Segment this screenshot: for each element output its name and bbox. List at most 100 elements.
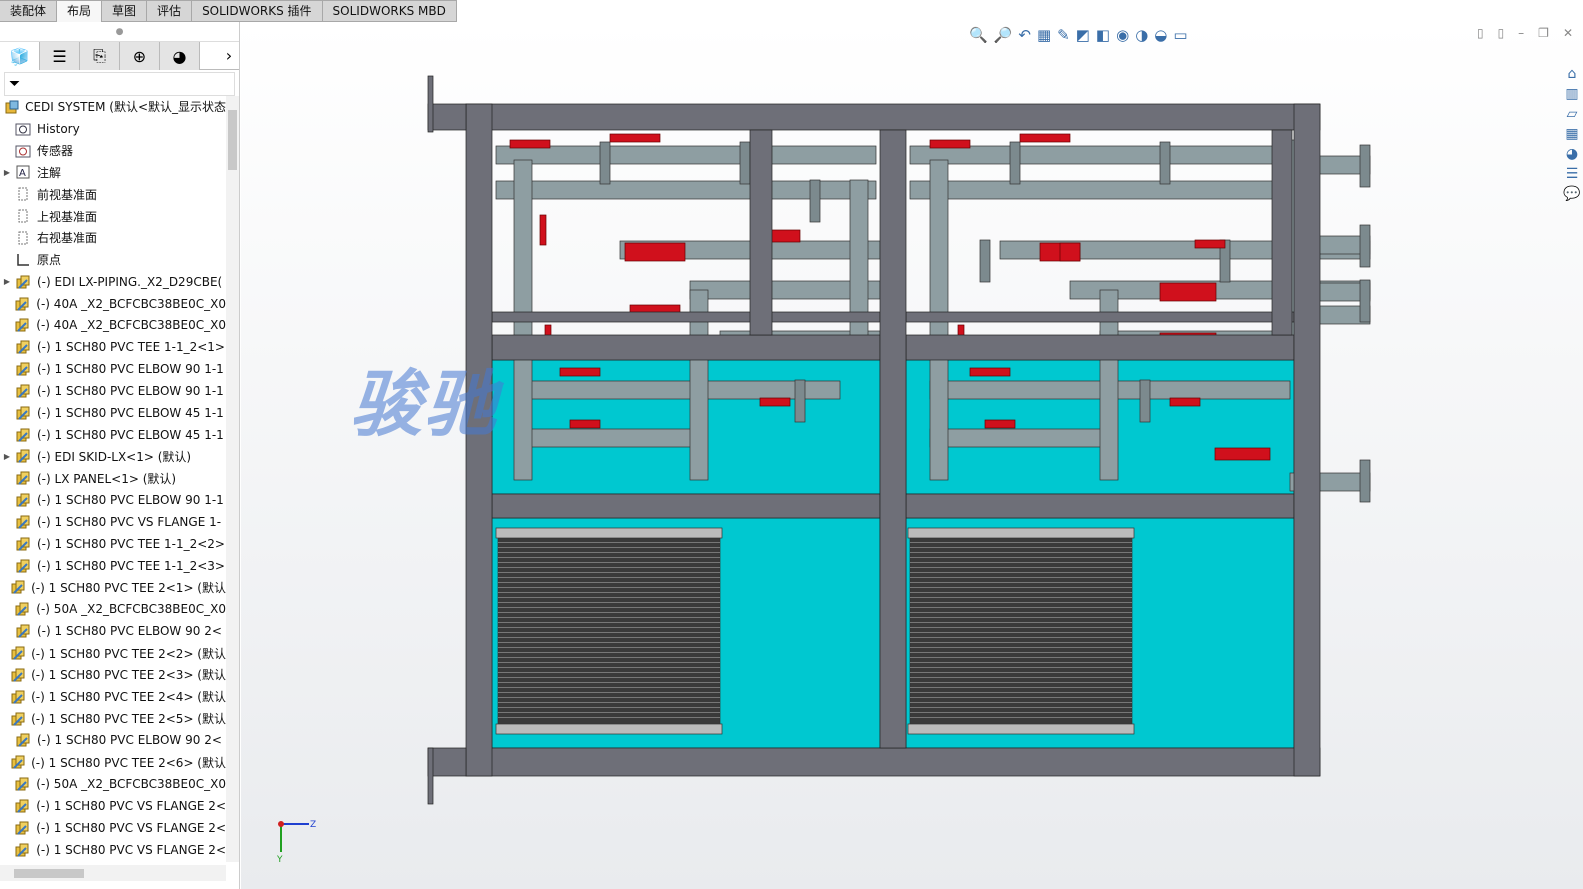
tree-horizontal-scrollbar[interactable] (0, 865, 226, 881)
pipe (495, 145, 877, 165)
tree-item[interactable]: (-) 1 SCH80 PVC TEE 1-1_2<2> (0, 533, 226, 555)
stack-plate (498, 567, 720, 568)
tree-item[interactable]: (-) 1 SCH80 PVC ELBOW 90 1-1 (0, 358, 226, 380)
part-icon (14, 776, 32, 792)
tab-5[interactable]: SOLIDWORKS MBD (322, 0, 457, 22)
feature-manager-panel: ● 🧊 ☰ ⎘ ⊕ ◕ › ⏷ CEDI SYSTEM (默认<默认_显示状态 … (0, 22, 240, 889)
configuration-manager-icon[interactable]: ⎘ (80, 42, 120, 70)
tab-0[interactable]: 装配体 (0, 0, 58, 22)
tree-item-label: (-) 1 SCH80 PVC ELBOW 45 1-1 (37, 427, 224, 442)
tree-item[interactable]: (-) 1 SCH80 PVC TEE 2<2> (默认 (0, 642, 226, 664)
tree-item[interactable]: (-) 1 SCH80 PVC TEE 2<3> (默认 (0, 664, 226, 686)
tab-2[interactable]: 草图 (102, 0, 148, 22)
part-icon (10, 754, 26, 770)
tree-item[interactable]: 传感器 (0, 140, 226, 162)
chevron-right-icon[interactable]: › (219, 42, 239, 69)
part-icon (14, 383, 32, 399)
stack-plate (910, 687, 1132, 688)
tree-item[interactable]: ▶ (-) EDI SKID-LX<1> (默认) (0, 446, 226, 468)
tree-item[interactable]: (-) 1 SCH80 PVC ELBOW 45 1-1 (0, 424, 226, 446)
feature-manager-icon[interactable]: 🧊 (0, 42, 40, 70)
tree-item[interactable]: (-) 1 SCH80 PVC TEE 2<4> (默认 (0, 686, 226, 708)
tree-item[interactable]: (-) 1 SCH80 PVC TEE 2<6> (默认 (0, 751, 226, 773)
frame-beam (905, 311, 1295, 323)
expand-arrow-icon[interactable]: ▶ (0, 168, 14, 177)
tree-item[interactable]: 前视基准面 (0, 183, 226, 205)
tab-1[interactable]: 布局 (57, 0, 103, 22)
flange (1359, 144, 1371, 188)
tree-item[interactable]: (-) 1 SCH80 PVC ELBOW 90 2< (0, 729, 226, 751)
stack-plate (910, 677, 1132, 678)
tree-item[interactable]: (-) 1 SCH80 PVC ELBOW 90 2< (0, 620, 226, 642)
stack-plate (498, 612, 720, 613)
tree-item-label: (-) 50A _X2_BCFCBC38BE0C_X0 (36, 777, 226, 792)
stack-plate (910, 542, 1132, 543)
tree-item[interactable]: (-) 1 SCH80 PVC VS FLANGE 2< (0, 839, 226, 861)
frame-beam (427, 747, 467, 777)
valve (624, 242, 686, 262)
stack-header (907, 527, 1135, 539)
filter-icon[interactable]: ⏷ (4, 72, 235, 96)
stack-plate (910, 577, 1132, 578)
valve (1214, 447, 1271, 461)
tree-item[interactable]: (-) LX PANEL<1> (默认) (0, 467, 226, 489)
origin-icon (14, 252, 32, 268)
tree-item[interactable]: (-) 1 SCH80 PVC ELBOW 90 1-1 (0, 489, 226, 511)
flange (1159, 141, 1171, 185)
assembly-model[interactable] (241, 22, 1583, 889)
stack-plate (498, 707, 720, 708)
tab-4[interactable]: SOLIDWORKS 插件 (192, 0, 323, 22)
tree-item[interactable]: (-) 1 SCH80 PVC TEE 2<1> (默认 (0, 577, 226, 599)
plane-icon (14, 186, 32, 202)
stack-plate (498, 672, 720, 673)
tree-item-label: (-) 1 SCH80 PVC TEE 1-1_2<2> (37, 536, 225, 551)
tree-item[interactable]: (-) 40A _X2_BCFCBC38BE0C_X0 (0, 314, 226, 336)
stack-plate (498, 692, 720, 693)
tree-item[interactable]: (-) 1 SCH80 PVC VS FLANGE 2< (0, 817, 226, 839)
tree-item[interactable]: ▶ (-) EDI LX-PIPING._X2_D29CBE( (0, 271, 226, 293)
tree-item-label: (-) 1 SCH80 PVC TEE 2<4> (默认 (31, 690, 226, 705)
stack-plate (910, 702, 1132, 703)
expand-arrow-icon[interactable]: ▶ (0, 452, 14, 461)
frame-beam (491, 334, 881, 361)
tree-item[interactable]: (-) 1 SCH80 PVC VS FLANGE 1- (0, 511, 226, 533)
stack-plate (910, 717, 1132, 718)
annotation-icon: A (14, 164, 32, 180)
display-manager-icon[interactable]: ◕ (160, 42, 200, 70)
flange (1009, 141, 1021, 185)
dimxpert-icon[interactable]: ⊕ (120, 42, 160, 70)
tree-item[interactable]: (-) 50A _X2_BCFCBC38BE0C_X0 (0, 598, 226, 620)
tree-item[interactable]: 原点 (0, 249, 226, 271)
tree-item[interactable]: (-) 1 SCH80 PVC ELBOW 90 1-1 (0, 380, 226, 402)
frame-beam (427, 747, 434, 805)
stack-plate (498, 617, 720, 618)
tree-item[interactable]: (-) 1 SCH80 PVC TEE 1-1_2<3> (0, 555, 226, 577)
tree-item[interactable]: History (0, 118, 226, 140)
tree-item[interactable]: (-) 1 SCH80 PVC TEE 2<5> (默认 (0, 708, 226, 730)
tree-item-label: (-) 1 SCH80 PVC ELBOW 90 1-1 (37, 493, 224, 508)
expand-arrow-icon[interactable]: ▶ (0, 277, 14, 286)
property-manager-icon[interactable]: ☰ (40, 42, 80, 70)
tree-item-label: (-) 1 SCH80 PVC TEE 2<6> (默认 (31, 755, 226, 770)
flange (1139, 379, 1151, 423)
tree-item[interactable]: (-) 50A _X2_BCFCBC38BE0C_X0 (0, 773, 226, 795)
tree-item[interactable]: 上视基准面 (0, 205, 226, 227)
panel-grip[interactable]: ● (0, 22, 239, 42)
stack-plate (498, 592, 720, 593)
tab-3[interactable]: 评估 (147, 0, 193, 22)
tree-vertical-scrollbar[interactable] (226, 96, 239, 862)
tree-item[interactable]: 右视基准面 (0, 227, 226, 249)
frame-beam (465, 747, 1321, 777)
stack-plate (498, 587, 720, 588)
graphics-area[interactable]: 🔍 🔎 ↶ ▦ ✎ ◩ ◧ ◉ ◑ ◒ ▭ ▯ ▯ – ❐ ✕ ⌂ ▥ ▱ ▦ ◕ ☰ 💬 Z Y (241, 22, 1583, 889)
stack-plate (910, 587, 1132, 588)
tree-item[interactable]: (-) 1 SCH80 PVC VS FLANGE 2< (0, 795, 226, 817)
tree-item[interactable]: ▶ A 注解 (0, 162, 226, 184)
part-icon (14, 317, 32, 333)
tree-item[interactable]: (-) 1 SCH80 PVC ELBOW 45 1-1 (0, 402, 226, 424)
tree-root[interactable]: CEDI SYSTEM (默认<默认_显示状态 (0, 96, 226, 118)
stack-plate (498, 542, 720, 543)
tree-item[interactable]: (-) 40A _X2_BCFCBC38BE0C_X0 (0, 293, 226, 315)
tree-item[interactable]: (-) 1 SCH80 PVC TEE 1-1_2<1> (0, 336, 226, 358)
valve (559, 367, 601, 377)
